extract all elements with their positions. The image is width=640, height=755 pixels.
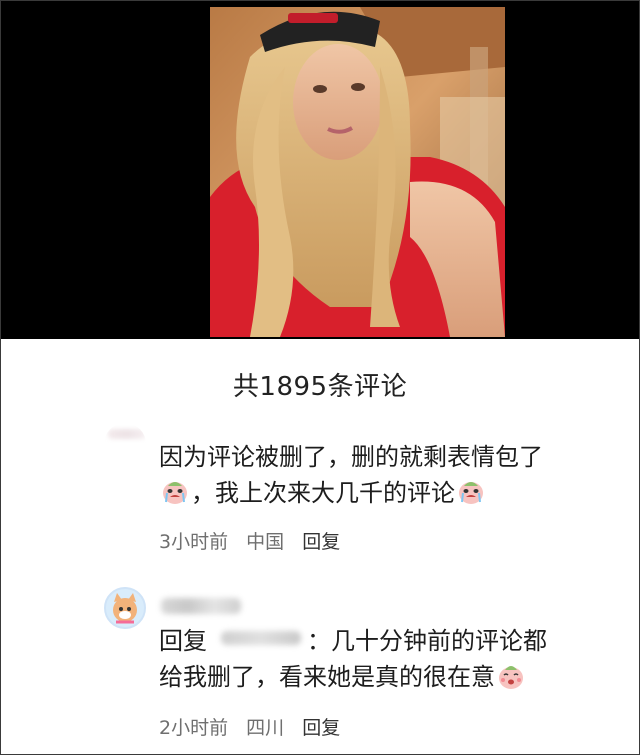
comment-text: 因为评论被删了，删的就剩表情包了 ，我上次来大几千的评论: [159, 439, 629, 511]
blurred-mention[interactable]: [221, 631, 301, 645]
crying-face-emoji: [459, 482, 483, 504]
video-player[interactable]: [1, 1, 639, 339]
comment-meta: 2小时前 四川 回复: [159, 713, 352, 740]
comment-text-line: ：几十分钟前的评论都: [307, 627, 547, 655]
cat-avatar-image: [113, 593, 137, 624]
comment-time: 3小时前: [159, 531, 229, 553]
comment-location: 四川: [246, 717, 285, 739]
comment-text: 回复 ：几十分钟前的评论都 给我删了，看来她是真的很在意: [159, 623, 629, 695]
blurred-avatar[interactable]: [104, 423, 146, 465]
screenshot-frame: 共1895条评论 因为评论被删了，删的就剩表情包了 ，我上次来大几千的评论 3小…: [0, 0, 640, 755]
comment-meta: 3小时前 中国 回复: [159, 527, 352, 554]
reply-button[interactable]: 回复: [302, 717, 340, 739]
video-still-image: [210, 7, 505, 337]
crying-face-emoji: [163, 482, 187, 504]
reply-button[interactable]: 回复: [302, 531, 340, 553]
blurred-username[interactable]: [161, 598, 241, 614]
comment-text-line: 因为评论被删了，删的就剩表情包了: [159, 443, 543, 471]
comment-location: 中国: [246, 531, 285, 553]
cat-avatar[interactable]: [104, 587, 146, 629]
comment-text-line: ，我上次来大几千的评论: [191, 479, 455, 507]
comment-count-title: 共1895条评论: [232, 372, 408, 402]
comment-time: 2小时前: [159, 717, 229, 739]
reply-prefix: 回复: [159, 627, 207, 655]
comment-text-line: 给我删了，看来她是真的很在意: [159, 663, 495, 691]
video-frame: [210, 7, 505, 337]
shy-face-emoji: [499, 666, 523, 689]
comment-section: 共1895条评论 因为评论被删了，删的就剩表情包了 ，我上次来大几千的评论 3小…: [1, 339, 639, 754]
